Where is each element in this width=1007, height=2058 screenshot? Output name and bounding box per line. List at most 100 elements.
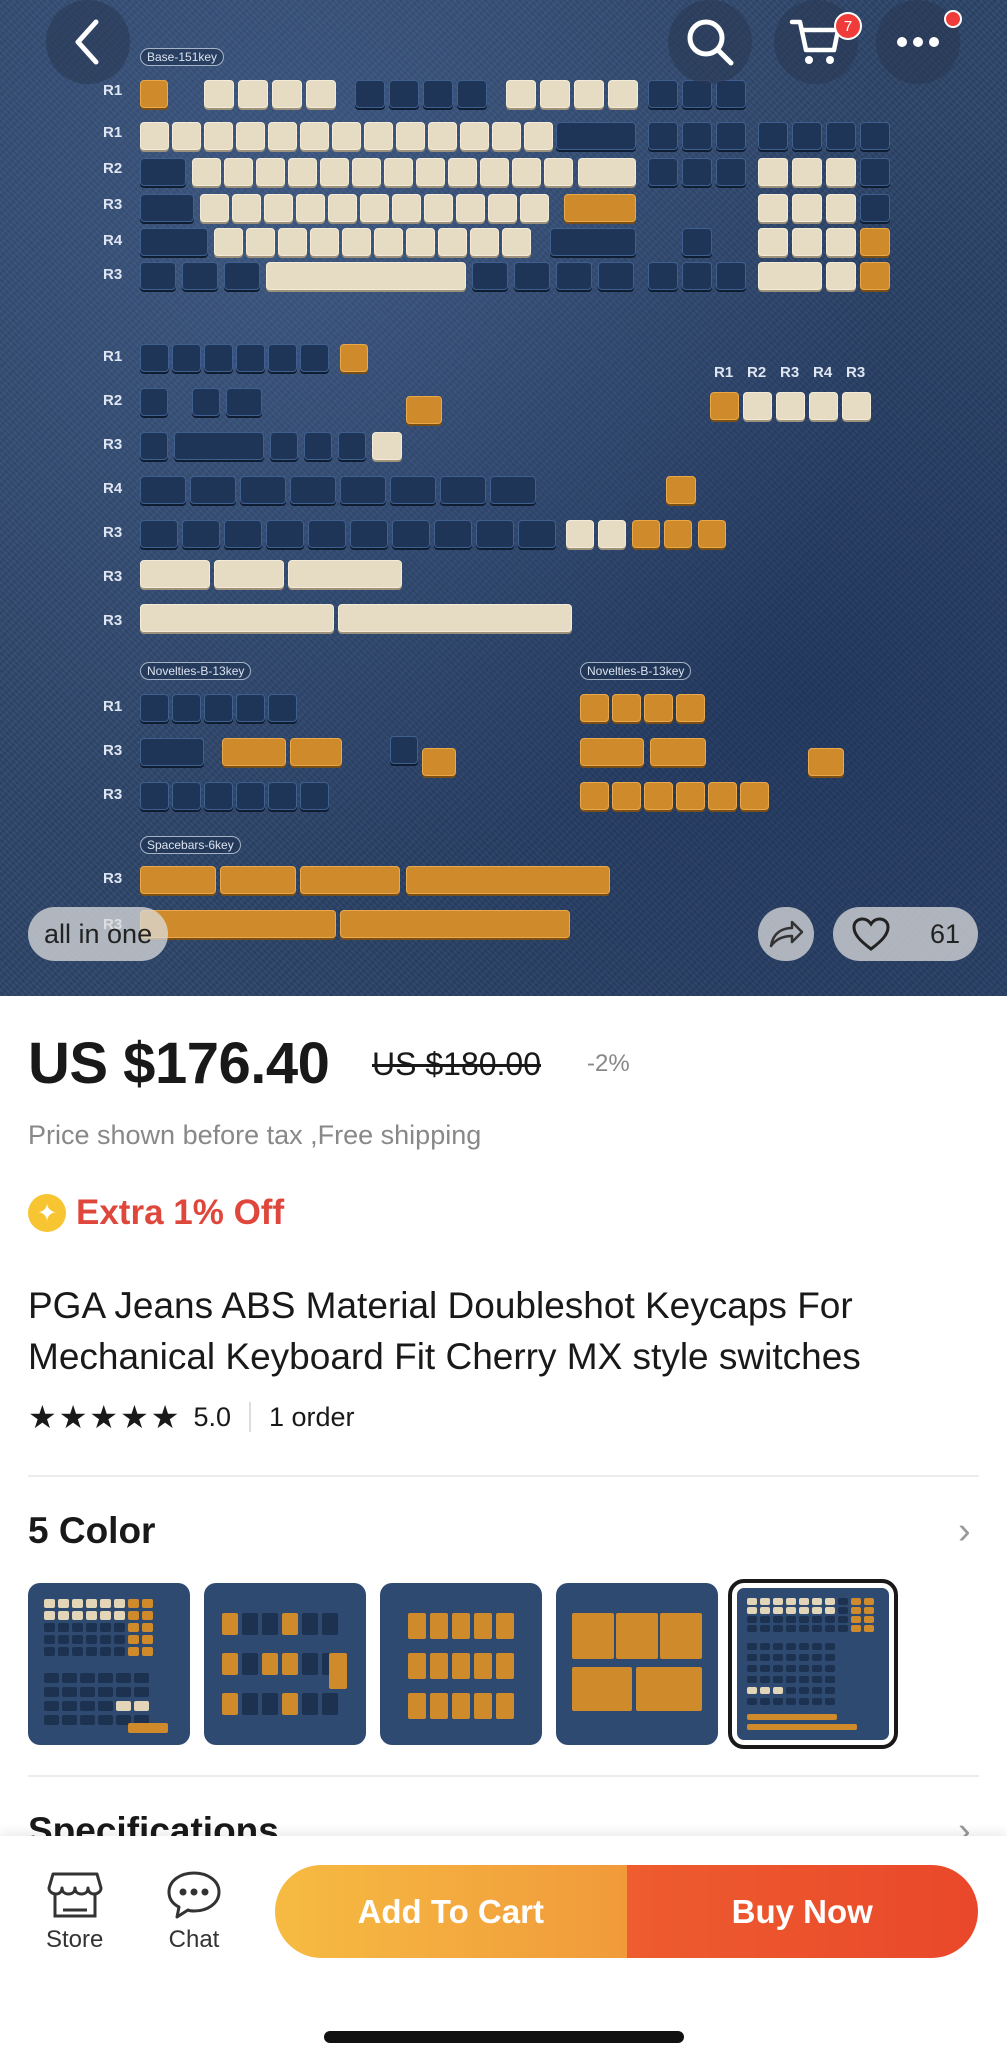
thumb-keycap (128, 1623, 139, 1632)
thumb-keycap (72, 1611, 83, 1620)
thumb-keycap (786, 1616, 796, 1623)
variant-thumb-3[interactable] (380, 1583, 542, 1745)
variant-thumb-4[interactable] (556, 1583, 718, 1745)
keycap (140, 194, 194, 222)
thumb-keycap (116, 1687, 131, 1697)
image-label-pill: all in one (28, 907, 169, 961)
variant-thumb-1[interactable] (28, 1583, 190, 1745)
variant-section-title[interactable]: 5 Color (28, 1510, 155, 1552)
buy-now-button[interactable]: Buy Now (626, 1865, 978, 1958)
product-image-carousel[interactable]: Base-151key R1 R1 R2 R3 R4 R3 R1 R2 R3 R4 R3 R3 R3 R1 R… (0, 0, 1007, 996)
keycap (758, 228, 788, 256)
keycap (290, 476, 336, 504)
chat-icon (167, 1871, 221, 1919)
keycap (518, 520, 556, 548)
thumb-keycap (282, 1613, 298, 1635)
keycap (566, 520, 594, 548)
keycap (350, 520, 388, 548)
keycap (792, 122, 822, 150)
keycap (564, 194, 636, 222)
thumb-keycap (799, 1625, 809, 1632)
thumb-keycap (773, 1643, 783, 1650)
thumb-keycap (773, 1687, 783, 1694)
product-title: PGA Jeans ABS Material Doubleshot Keycap… (28, 1285, 861, 1377)
keycap (140, 344, 169, 372)
keycap (598, 262, 634, 290)
star-rating-icon: ★★★★★ (28, 1399, 182, 1435)
keycap (490, 476, 536, 504)
keycap (268, 782, 297, 810)
thumb-keycap (799, 1616, 809, 1623)
keycap (236, 694, 265, 722)
search-icon (687, 19, 734, 66)
thumb-keycap (44, 1715, 59, 1725)
keycap (364, 122, 393, 150)
keycap (288, 560, 402, 588)
keycap (204, 344, 233, 372)
promo-banner[interactable]: ✦ Extra 1% Off (28, 1193, 284, 1233)
store-button[interactable]: Store (46, 1870, 103, 1954)
chat-button[interactable]: Chat (166, 1870, 222, 1954)
thumb-keycap (812, 1698, 822, 1705)
back-button[interactable] (46, 0, 130, 84)
thumb-keycap (786, 1654, 796, 1661)
keycap (472, 262, 508, 290)
share-button[interactable] (758, 907, 814, 961)
cart-count-badge: 7 (834, 12, 862, 40)
thumb-keycap (142, 1635, 153, 1644)
like-button[interactable]: 61 (833, 907, 978, 961)
keycap (236, 344, 265, 372)
variant-thumb-2[interactable] (204, 1583, 366, 1745)
row-label: R3 (103, 870, 123, 887)
thumb-keycap (44, 1673, 59, 1683)
thumb-keycap (773, 1607, 783, 1614)
keycap (214, 228, 243, 256)
thumb-keycap (242, 1693, 258, 1715)
keycap (140, 910, 336, 938)
thumb-keycap (452, 1613, 470, 1639)
keycap (300, 122, 329, 150)
keycap (352, 158, 381, 186)
thumb-keycap (747, 1654, 757, 1661)
thumb-keycap (98, 1715, 113, 1725)
thumb-keycap (58, 1623, 69, 1632)
keycap (140, 520, 178, 548)
thumb-keycap (760, 1676, 770, 1683)
add-to-cart-button[interactable]: Add To Cart (275, 1865, 627, 1958)
keycap (710, 392, 739, 420)
thumb-keycap (838, 1607, 848, 1614)
thumb-keycap (302, 1653, 318, 1675)
thumb-keycap (786, 1665, 796, 1672)
keycap (758, 194, 788, 222)
keycap (422, 748, 456, 776)
keycap (676, 694, 705, 722)
keycap (204, 782, 233, 810)
rating-row[interactable]: ★★★★★ 5.0 1 order (28, 1398, 355, 1436)
row-label: R1 (103, 124, 123, 141)
keycap (172, 344, 201, 372)
thumb-keycap (430, 1613, 448, 1639)
variant-thumb-5[interactable] (728, 1579, 898, 1749)
thumb-keycap (302, 1613, 318, 1635)
thumb-keycap (799, 1607, 809, 1614)
search-button[interactable] (668, 0, 752, 84)
keycap (192, 158, 221, 186)
keycap (238, 80, 268, 108)
keycap (556, 262, 592, 290)
thumb-keycap (825, 1676, 835, 1683)
chevron-right-icon[interactable]: › (958, 1510, 971, 1553)
thumb-keycap (812, 1687, 822, 1694)
thumb-keycap (72, 1635, 83, 1644)
keycap (340, 476, 386, 504)
promo-text: Extra 1% Off (76, 1193, 285, 1232)
row-label: R1 (714, 364, 734, 381)
keycap (396, 122, 425, 150)
thumb-keycap (452, 1693, 470, 1719)
keycap (648, 158, 678, 186)
thumb-keycap (142, 1647, 153, 1656)
keycap (304, 432, 332, 460)
thumb-keycap (636, 1667, 702, 1711)
thumb-keycap (773, 1616, 783, 1623)
keycap (140, 388, 168, 416)
thumb-keycap (44, 1599, 55, 1608)
